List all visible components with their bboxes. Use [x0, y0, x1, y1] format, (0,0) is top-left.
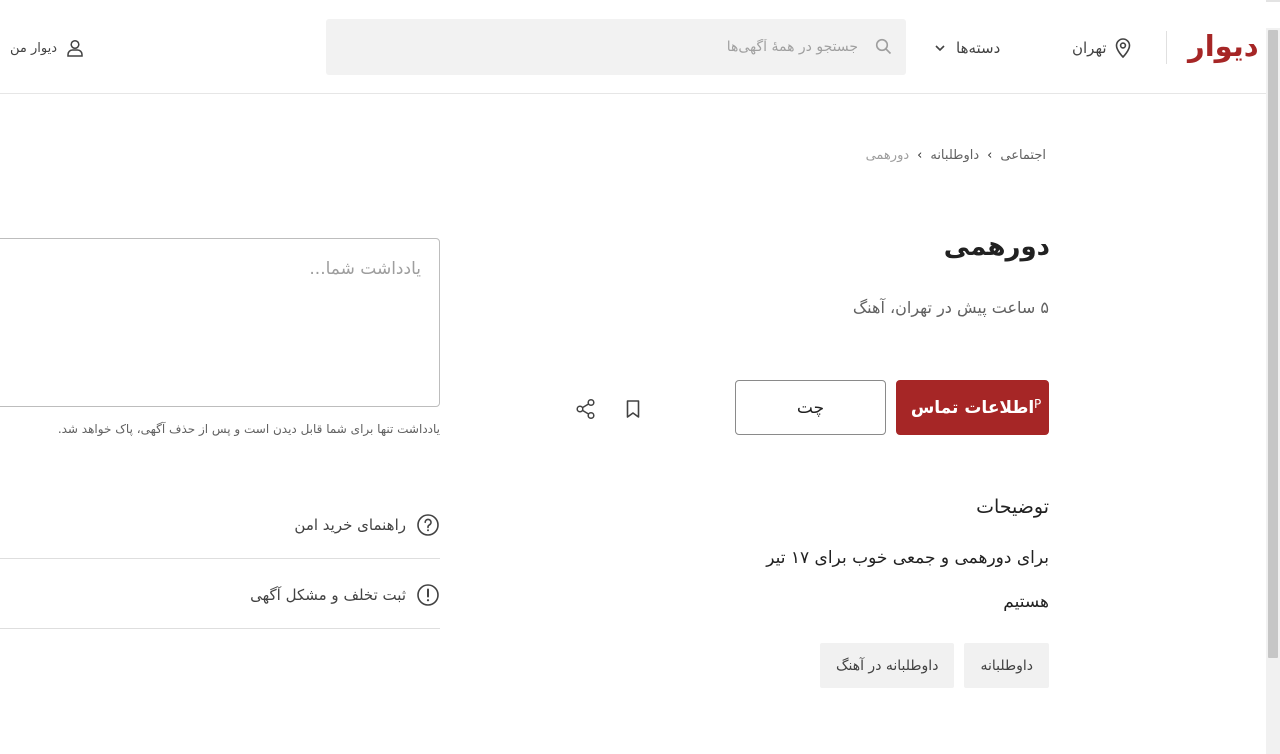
- location-pin-icon: [1113, 37, 1133, 59]
- description-heading: توضیحات: [976, 496, 1049, 518]
- breadcrumb-item-volunteer[interactable]: داوطلبانه: [930, 148, 979, 163]
- description-line: هستیم: [1003, 592, 1049, 612]
- search-input[interactable]: [326, 19, 906, 75]
- city-label: تهران: [1072, 39, 1107, 57]
- categories-menu[interactable]: دسته‌ها: [934, 34, 1000, 62]
- chevron-left-icon: ›: [917, 148, 923, 163]
- chevron-left-icon: ›: [987, 148, 993, 163]
- safe-purchase-guide-label: راهنمای خرید امن: [294, 515, 406, 534]
- report-issue-label: ثبت تخلف و مشکل آگهی: [250, 585, 406, 604]
- breadcrumb-item-current: دورهمی: [865, 148, 910, 163]
- alert-circle-icon: [416, 583, 440, 607]
- chat-label: چت: [796, 397, 825, 418]
- tag-volunteer-ahang[interactable]: داوطلبانه در آهنگ: [819, 643, 955, 688]
- question-circle-icon: [416, 513, 440, 537]
- share-icon: [575, 398, 597, 420]
- share-button[interactable]: [573, 395, 599, 423]
- breadcrumb-item-social[interactable]: اجتماعی: [1000, 148, 1046, 163]
- city-selector[interactable]: تهران: [1072, 34, 1133, 62]
- contact-info-label: اطلاعات تماس: [910, 397, 1035, 418]
- contact-extra-letter: P: [1034, 397, 1042, 411]
- report-issue-link[interactable]: ثبت تخلف و مشکل آگهی: [0, 561, 440, 629]
- my-divar-link[interactable]: دیوار من: [10, 36, 85, 60]
- safe-purchase-guide-link[interactable]: راهنمای خرید امن: [0, 491, 440, 559]
- my-divar-label: دیوار من: [10, 40, 58, 56]
- description-line: برای دورهمی و جمعی خوب برای ۱۷ تیر: [766, 548, 1049, 568]
- categories-label: دسته‌ها: [956, 39, 1001, 57]
- search-bar[interactable]: [326, 19, 906, 75]
- page-scrollbar-thumb[interactable]: [1268, 30, 1278, 658]
- chevron-down-icon: [934, 42, 946, 54]
- user-icon: [65, 38, 85, 58]
- post-subtitle: ۵ ساعت پیش در تهران، آهنگ: [852, 298, 1049, 317]
- note-hint: یادداشت تنها برای شما قابل دیدن است و پس…: [57, 422, 440, 436]
- chat-button[interactable]: چت: [735, 380, 886, 435]
- bookmark-button[interactable]: [620, 395, 646, 423]
- contact-info-button[interactable]: اطلاعات تماس P: [896, 380, 1049, 435]
- description-body: برای دورهمی و جمعی خوب برای ۱۷ تیر هستیم: [719, 536, 1049, 624]
- note-textarea[interactable]: [0, 239, 439, 406]
- post-title: دورهمی: [943, 232, 1050, 262]
- search-icon: [875, 38, 892, 55]
- header-divider: [1166, 31, 1167, 64]
- tag-list: داوطلبانه داوطلبانه در آهنگ: [819, 643, 1049, 688]
- bookmark-icon: [625, 399, 641, 419]
- note-box: [0, 238, 440, 407]
- tag-volunteer[interactable]: داوطلبانه: [964, 643, 1049, 688]
- breadcrumb: اجتماعی › داوطلبانه › دورهمی: [866, 148, 1046, 163]
- divar-logo[interactable]: دیوار: [1188, 28, 1260, 64]
